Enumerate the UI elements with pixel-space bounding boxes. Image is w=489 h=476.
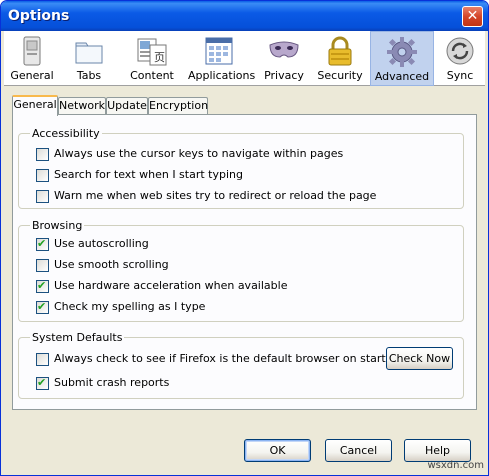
- warn-redirect-label: Warn me when web sites try to redirect o…: [54, 189, 377, 202]
- cancel-button[interactable]: Cancel: [325, 439, 392, 462]
- privacy-mask-icon: [269, 41, 299, 58]
- watermark: wsxdn.com: [427, 460, 484, 471]
- tabs-icon: [75, 42, 103, 64]
- pane-applications-button[interactable]: Applications: [188, 31, 256, 86]
- tab-network[interactable]: Network: [58, 97, 106, 115]
- close-button[interactable]: ✕: [462, 6, 483, 27]
- pane-label: Advanced: [374, 70, 430, 83]
- tab-update[interactable]: Update: [106, 97, 148, 115]
- hardware-acceleration-label: Use hardware acceleration when available: [54, 279, 288, 292]
- hardware-acceleration-checkbox[interactable]: [36, 279, 49, 293]
- tab-encryption[interactable]: Encryption: [148, 97, 208, 115]
- cursor-keys-label: Always use the cursor keys to navigate w…: [54, 147, 344, 160]
- spellcheck-checkbox[interactable]: [36, 300, 49, 314]
- close-icon: ✕: [466, 8, 479, 24]
- pane-label: Security: [317, 69, 363, 82]
- default-browser-label: Always check to see if Firefox is the de…: [54, 352, 400, 365]
- pane-advanced-button[interactable]: Advanced: [370, 31, 434, 86]
- smooth-scrolling-checkbox[interactable]: [36, 259, 49, 272]
- sync-icon: [446, 37, 474, 65]
- system-defaults-group-title: System Defaults: [30, 331, 125, 344]
- lock-icon: [328, 36, 352, 66]
- warn-redirect-checkbox[interactable]: [36, 190, 49, 203]
- spellcheck-label: Check my spelling as I type: [54, 300, 206, 313]
- svg-text:页: 页: [154, 51, 165, 64]
- gear-icon: [387, 37, 417, 67]
- autoscrolling-label: Use autoscrolling: [54, 237, 149, 250]
- preferences-toolbar: General Tabs 页 Content Applications Priv…: [4, 31, 485, 86]
- pane-label: Tabs: [76, 69, 102, 82]
- general-icon: [23, 36, 41, 66]
- pane-label: Privacy: [264, 69, 304, 82]
- pane-label: General: [10, 69, 54, 82]
- content-icon: 页: [137, 38, 167, 66]
- pane-content-button[interactable]: 页 Content: [124, 31, 180, 86]
- pane-security-button[interactable]: Security: [312, 31, 368, 86]
- help-button[interactable]: Help: [404, 439, 471, 462]
- pane-label: Applications: [188, 69, 256, 82]
- title-bar: Options ✕: [1, 1, 488, 31]
- check-now-button[interactable]: Check Now: [386, 347, 453, 370]
- accessibility-group-title: Accessibility: [30, 127, 102, 140]
- ok-button[interactable]: OK: [244, 439, 311, 462]
- default-browser-checkbox[interactable]: [36, 353, 49, 366]
- pane-privacy-button[interactable]: Privacy: [258, 31, 310, 86]
- pane-label: Content: [130, 69, 174, 82]
- pane-tabs-button[interactable]: Tabs: [64, 31, 114, 86]
- options-window: Options ✕ General Tabs 页 Content Applica…: [0, 0, 489, 476]
- cursor-keys-checkbox[interactable]: [36, 148, 49, 161]
- search-typing-label: Search for text when I start typing: [54, 168, 243, 181]
- smooth-scrolling-label: Use smooth scrolling: [54, 258, 169, 271]
- search-typing-checkbox[interactable]: [36, 169, 49, 182]
- browsing-group-title: Browsing: [30, 219, 85, 232]
- pane-label: Sync: [446, 69, 474, 82]
- applications-icon: [205, 37, 233, 65]
- pane-sync-button[interactable]: Sync: [436, 31, 484, 86]
- window-title: Options: [8, 8, 70, 24]
- autoscrolling-checkbox[interactable]: [36, 237, 49, 251]
- crash-reports-label: Submit crash reports: [54, 376, 170, 389]
- pane-general-button[interactable]: General: [4, 31, 60, 86]
- crash-reports-checkbox[interactable]: [36, 376, 49, 390]
- tab-general[interactable]: General: [12, 95, 58, 116]
